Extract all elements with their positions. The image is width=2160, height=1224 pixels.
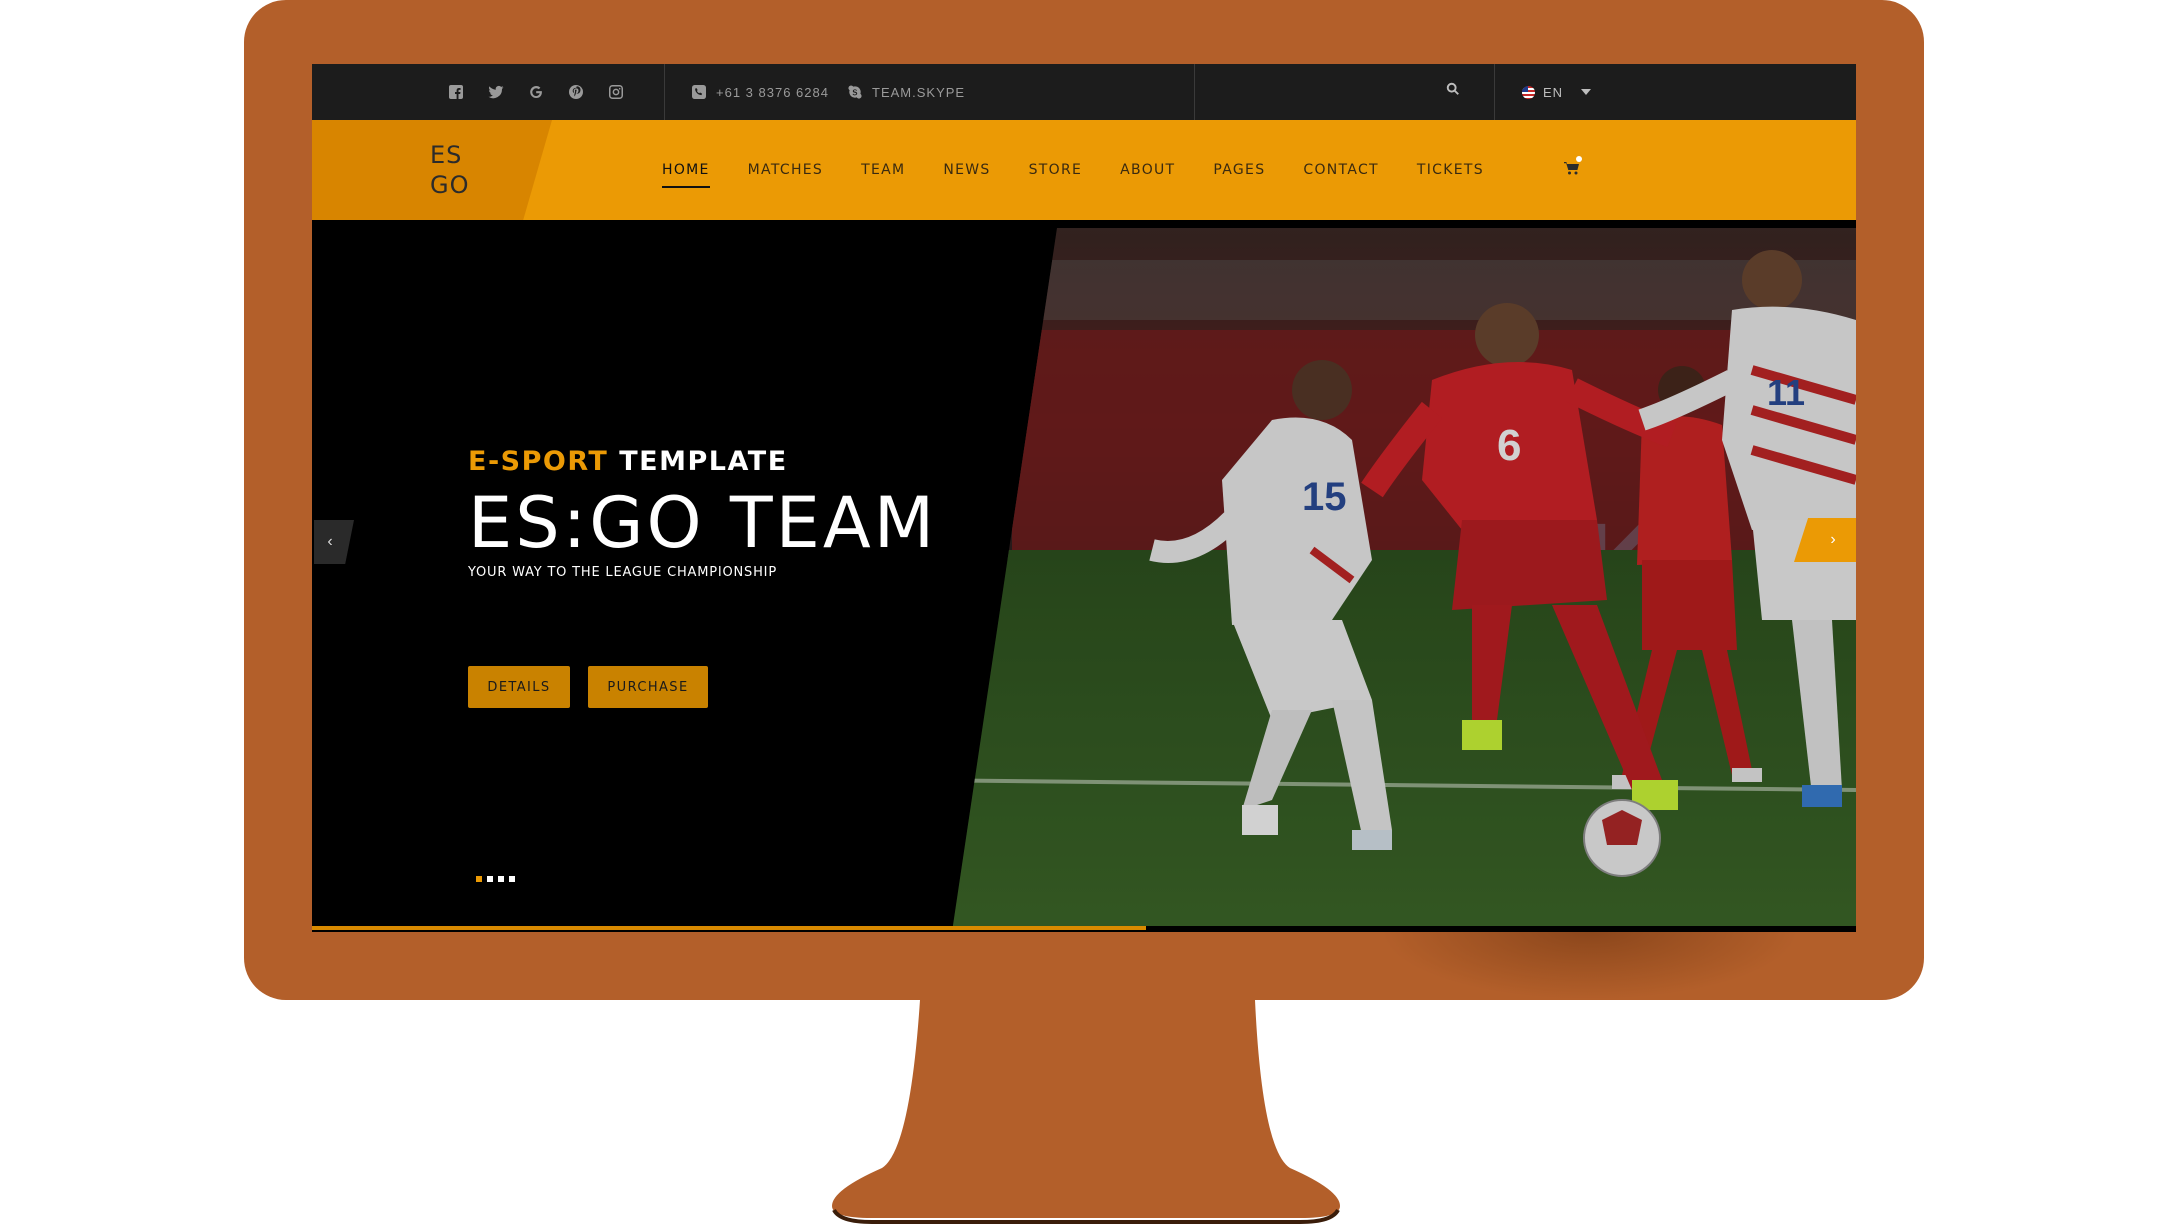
- twitter-icon[interactable]: [486, 82, 506, 102]
- instagram-icon[interactable]: [606, 82, 626, 102]
- nav-item-contact[interactable]: CONTACT: [1303, 154, 1379, 186]
- google-icon[interactable]: [526, 82, 546, 102]
- social-links: [446, 64, 626, 120]
- chevron-left-icon: ‹: [327, 533, 333, 550]
- skype-handle: TEAM.SKYPE: [872, 84, 966, 100]
- slide-progress-bar: [312, 926, 1856, 932]
- details-button[interactable]: DETAILS: [468, 666, 570, 708]
- skype-contact[interactable]: TEAM.SKYPE: [848, 64, 965, 120]
- nav-menu: HOME MATCHES TEAM NEWS STORE ABOUT PAGES…: [662, 120, 1522, 220]
- nav-item-news[interactable]: NEWS: [943, 154, 990, 186]
- logo-line-2: GO: [430, 171, 470, 199]
- pinterest-icon[interactable]: [566, 82, 586, 102]
- chevron-right-icon: ›: [1830, 531, 1836, 548]
- search-button[interactable]: [1446, 82, 1466, 102]
- phone-contact[interactable]: +61 3 8376 6284: [692, 64, 829, 120]
- language-selector[interactable]: EN: [1522, 64, 1592, 120]
- topbar-divider: [664, 64, 665, 120]
- site-logo[interactable]: ES GO: [430, 140, 470, 200]
- purchase-button[interactable]: PURCHASE: [588, 666, 708, 708]
- eyebrow-highlight: E-SPORT: [468, 446, 609, 477]
- cart-icon: [1564, 162, 1579, 175]
- hero-buttons: DETAILS PURCHASE: [468, 666, 708, 708]
- cart-button[interactable]: [1564, 156, 1582, 178]
- nav-item-about[interactable]: ABOUT: [1120, 154, 1175, 186]
- phone-icon: [692, 85, 706, 99]
- slide-dot[interactable]: [476, 876, 482, 882]
- hero-eyebrow: E-SPORT TEMPLATE: [468, 446, 1028, 477]
- nav-item-team[interactable]: TEAM: [861, 154, 905, 186]
- prev-slide-button[interactable]: ‹: [314, 520, 354, 564]
- nav-item-home[interactable]: HOME: [662, 154, 710, 188]
- slide-pagination: [476, 876, 515, 882]
- hero-tagline: YOUR WAY TO THE LEAGUE CHAMPIONSHIP: [468, 565, 777, 580]
- nav-item-matches[interactable]: MATCHES: [748, 154, 823, 186]
- logo-line-1: ES: [430, 141, 463, 169]
- search-icon: [1446, 82, 1459, 95]
- slide-progress-fill: [312, 926, 1146, 930]
- nav-item-pages[interactable]: PAGES: [1213, 154, 1265, 186]
- eyebrow-rest: TEMPLATE: [619, 446, 788, 477]
- top-bar: +61 3 8376 6284 TEAM.SKYPE EN: [312, 64, 1856, 120]
- hero-slider: NIKE.C: [312, 220, 1856, 932]
- facebook-icon[interactable]: [446, 82, 466, 102]
- us-flag-icon: [1522, 85, 1535, 99]
- nav-item-store[interactable]: STORE: [1029, 154, 1083, 186]
- cart-badge: [1576, 156, 1582, 162]
- slide-dot[interactable]: [509, 876, 515, 882]
- slide-dot[interactable]: [487, 876, 493, 882]
- main-nav: ES GO HOME MATCHES TEAM NEWS STORE ABOUT…: [312, 120, 1856, 220]
- topbar-divider: [1194, 64, 1195, 120]
- slide-dot[interactable]: [498, 876, 504, 882]
- nav-item-tickets[interactable]: TICKETS: [1417, 154, 1484, 186]
- phone-number: +61 3 8376 6284: [716, 84, 829, 100]
- hero-headline: ES:GO TEAM: [468, 482, 938, 564]
- screen: +61 3 8376 6284 TEAM.SKYPE EN ES GO HOME…: [312, 64, 1856, 932]
- skype-icon: [848, 85, 862, 99]
- language-label: EN: [1543, 84, 1564, 100]
- hero-caption: E-SPORT TEMPLATE ES:GO TEAM YOUR WAY TO …: [468, 446, 1028, 580]
- chevron-down-icon: [1581, 89, 1592, 95]
- topbar-divider: [1494, 64, 1495, 120]
